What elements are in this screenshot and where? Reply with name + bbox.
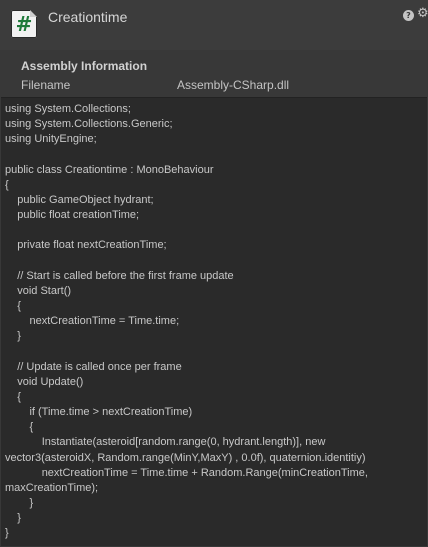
inspector-header: # Creationtime ? ⚙	[0, 0, 428, 50]
help-icon[interactable]: ?	[403, 10, 414, 21]
settings-gear-icon[interactable]: ⚙	[417, 7, 428, 21]
script-hash-icon: #	[11, 10, 37, 38]
assembly-information-section: Assembly Information Filename Assembly-C…	[0, 50, 428, 96]
assembly-information-heading: Assembly Information	[21, 59, 148, 73]
filename-label: Filename	[21, 78, 71, 92]
script-source-text: using System.Collections; using System.C…	[5, 103, 368, 540]
script-title: Creationtime	[48, 9, 128, 25]
script-source-preview[interactable]: using System.Collections; using System.C…	[1, 97, 427, 546]
filename-value: Assembly-CSharp.dll	[177, 78, 290, 92]
